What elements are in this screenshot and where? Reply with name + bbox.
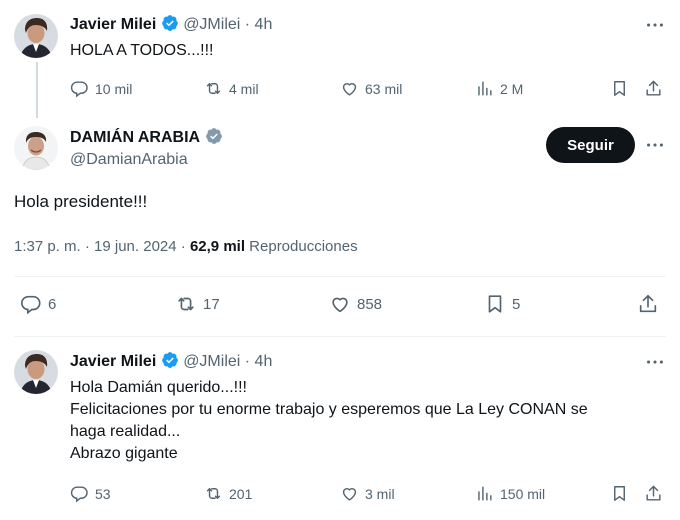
bookmark-button[interactable] [610, 484, 629, 503]
tweet-text: Hola Damián querido...!!! Felicitaciones… [70, 377, 660, 465]
reply-icon [21, 295, 41, 315]
retweet-count: 4 mil [229, 80, 259, 97]
more-options-icon[interactable] [644, 351, 666, 373]
bookmark-icon [614, 81, 625, 96]
bookmark-icon [614, 486, 625, 501]
reply-button[interactable]: 6 [20, 293, 56, 315]
retweet-button[interactable]: 4 mil [204, 79, 259, 98]
share-icon [646, 485, 661, 501]
divider [14, 276, 666, 277]
retweet-icon [178, 297, 194, 311]
author-handle[interactable]: @JMilei [183, 353, 240, 370]
view-count: 2 M [500, 80, 524, 97]
like-count: 858 [357, 295, 383, 313]
like-button[interactable]: 63 mil [340, 79, 402, 98]
author-handle[interactable]: @DamianArabia [70, 151, 188, 168]
retweet-count: 201 [229, 485, 253, 502]
tweet-text: Hola presidente!!! [14, 192, 148, 211]
reply-icon [70, 81, 88, 98]
heart-icon [342, 488, 357, 501]
avatar[interactable] [14, 14, 58, 58]
view-count: 150 mil [500, 485, 546, 502]
analytics-icon [478, 486, 492, 501]
tweet-meta: 1:37 p. m. · 19 jun. 2024 · 62,9 mil Rep… [14, 238, 358, 255]
reply-count: 53 [95, 485, 111, 502]
avatar-image-icon [14, 350, 58, 394]
share-button[interactable] [644, 79, 663, 98]
author-name[interactable]: Javier Milei [70, 353, 156, 370]
tweet-text-line: haga realidad... [70, 423, 181, 440]
tweet-text: HOLA A TODOS...!!! [70, 40, 213, 62]
tweet-text-line: Felicitaciones por tu enorme trabajo y e… [70, 401, 588, 418]
views-label: Reproducciones [249, 238, 358, 255]
verified-badge-icon [161, 352, 178, 368]
follow-button[interactable]: Seguir [546, 127, 635, 163]
reply-button[interactable]: 53 [70, 484, 111, 503]
retweet-icon [206, 83, 221, 94]
retweet-count: 17 [203, 295, 220, 313]
views-button[interactable]: 150 mil [475, 484, 545, 503]
avatar-image-icon [14, 126, 58, 170]
views-button[interactable]: 2 M [475, 79, 523, 98]
tweet-time[interactable]: · 4h [245, 16, 273, 33]
more-options-icon[interactable] [644, 134, 666, 156]
like-count: 63 mil [365, 80, 403, 97]
verified-badge-icon [161, 15, 178, 31]
avatar-image-icon [14, 14, 58, 58]
verified-badge-icon [205, 128, 222, 144]
share-button[interactable] [644, 484, 663, 503]
heart-icon [332, 297, 348, 313]
share-button[interactable] [637, 293, 659, 315]
avatar[interactable] [14, 350, 58, 394]
retweet-icon [206, 488, 221, 499]
tweet-time[interactable]: · 4h [245, 353, 273, 370]
tweet-timestamp[interactable]: 1:37 p. m. · 19 jun. 2024 · [14, 238, 186, 255]
divider [14, 336, 666, 337]
avatar[interactable] [14, 126, 58, 170]
author-name[interactable]: Javier Milei [70, 16, 156, 33]
like-button[interactable]: 3 mil [340, 484, 395, 503]
author-name[interactable]: DAMIÁN ARABIA [70, 129, 200, 146]
bookmark-count: 5 [512, 295, 521, 313]
bookmark-button[interactable]: 5 [484, 293, 520, 315]
heart-icon [342, 83, 357, 96]
bookmark-button[interactable] [610, 79, 629, 98]
tweet-text-line: HOLA A TODOS...!!! [70, 42, 214, 59]
share-icon [639, 294, 657, 313]
tweet-text-line: Abrazo gigante [70, 445, 178, 462]
more-options-icon[interactable] [644, 14, 666, 36]
reply-button[interactable]: 10 mil [70, 79, 132, 98]
thread-line [36, 62, 38, 118]
reply-count: 6 [48, 295, 57, 313]
views-count: 62,9 mil [189, 238, 245, 255]
share-icon [646, 80, 661, 96]
retweet-button[interactable]: 201 [204, 484, 252, 503]
tweet-text-line: Hola Damián querido...!!! [70, 379, 247, 396]
reply-count: 10 mil [95, 80, 133, 97]
retweet-button[interactable]: 17 [175, 293, 220, 315]
bookmark-icon [488, 295, 502, 313]
analytics-icon [478, 81, 492, 96]
like-button[interactable]: 858 [329, 293, 382, 315]
reply-icon [70, 486, 88, 503]
author-handle[interactable]: @JMilei [183, 16, 240, 33]
like-count: 3 mil [365, 485, 395, 502]
